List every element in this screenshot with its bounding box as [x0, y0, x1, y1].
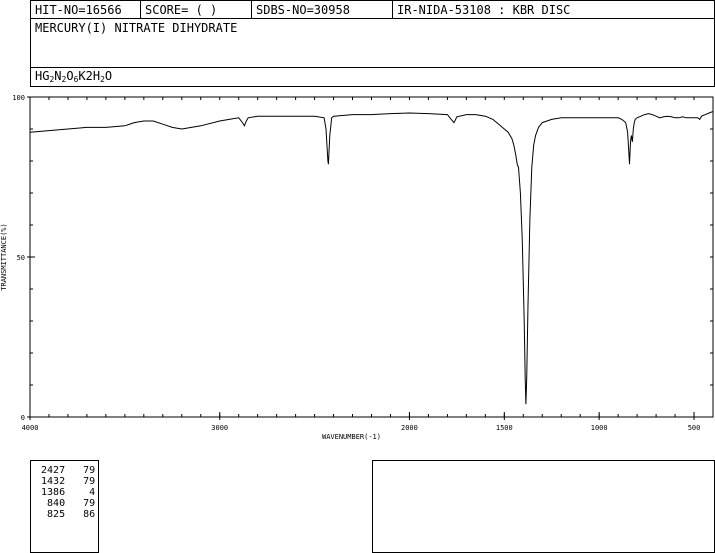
- peak-row: 825 86: [35, 509, 96, 520]
- y-axis-label: TRANSMITTANCE(%): [0, 223, 8, 290]
- formula-part: O: [104, 69, 113, 83]
- formula-part: HG: [35, 69, 50, 83]
- spectrum-line: [29, 110, 714, 405]
- header-bar: HIT-NO=16566 SCORE= ( ) SDBS-NO=30958 IR…: [30, 0, 715, 19]
- peak-table: 2427 79 1432 79 1386 4 840 79 825 86: [31, 461, 98, 520]
- y-tick-label: 100: [12, 94, 25, 102]
- peak-row: 840 79: [35, 498, 96, 509]
- x-tick-label: 3000: [211, 424, 228, 432]
- formula-row: HG2N2O6K2H2O: [31, 67, 714, 86]
- measurement-method: IR-NIDA-53108 : KBR DISC: [392, 1, 714, 19]
- peak-row: 1386 4: [35, 487, 96, 498]
- formula-part: N: [54, 69, 62, 83]
- compound-info-box: MERCURY(I) NITRATE DIHYDRATE HG2N2O6K2H2…: [30, 18, 715, 87]
- notes-box: [372, 460, 715, 553]
- y-tick-label: 50: [17, 254, 25, 262]
- x-tick-label: 4000: [22, 424, 39, 432]
- y-tick-label: 0: [21, 414, 25, 422]
- compound-name: MERCURY(I) NITRATE DIHYDRATE: [35, 21, 238, 35]
- score: SCORE= ( ): [140, 1, 251, 19]
- formula-part: O: [66, 69, 74, 83]
- plot-frame: [29, 96, 714, 418]
- molecular-formula: HG2N2O6K2H2O: [31, 68, 714, 88]
- peak-row: 2427 79: [35, 465, 96, 476]
- x-axis-label: WAVENUMBER(-1): [322, 433, 381, 441]
- formula-part: K2H: [78, 69, 101, 83]
- sdbs-number: SDBS-NO=30958: [251, 1, 392, 19]
- x-tick-label: 500: [688, 424, 701, 432]
- chart-axes: 0 50 100 4000 3000 2000 1500 1000 500 WAVENUMBER(…: [0, 94, 714, 441]
- x-tick-label: 1000: [591, 424, 608, 432]
- peak-row: 1432 79: [35, 476, 96, 487]
- x-tick-label: 1500: [496, 424, 513, 432]
- peak-table-box: 2427 79 1432 79 1386 4 840 79 825 86: [30, 460, 99, 553]
- hit-number: HIT-NO=16566: [35, 3, 122, 17]
- x-tick-label: 2000: [401, 424, 418, 432]
